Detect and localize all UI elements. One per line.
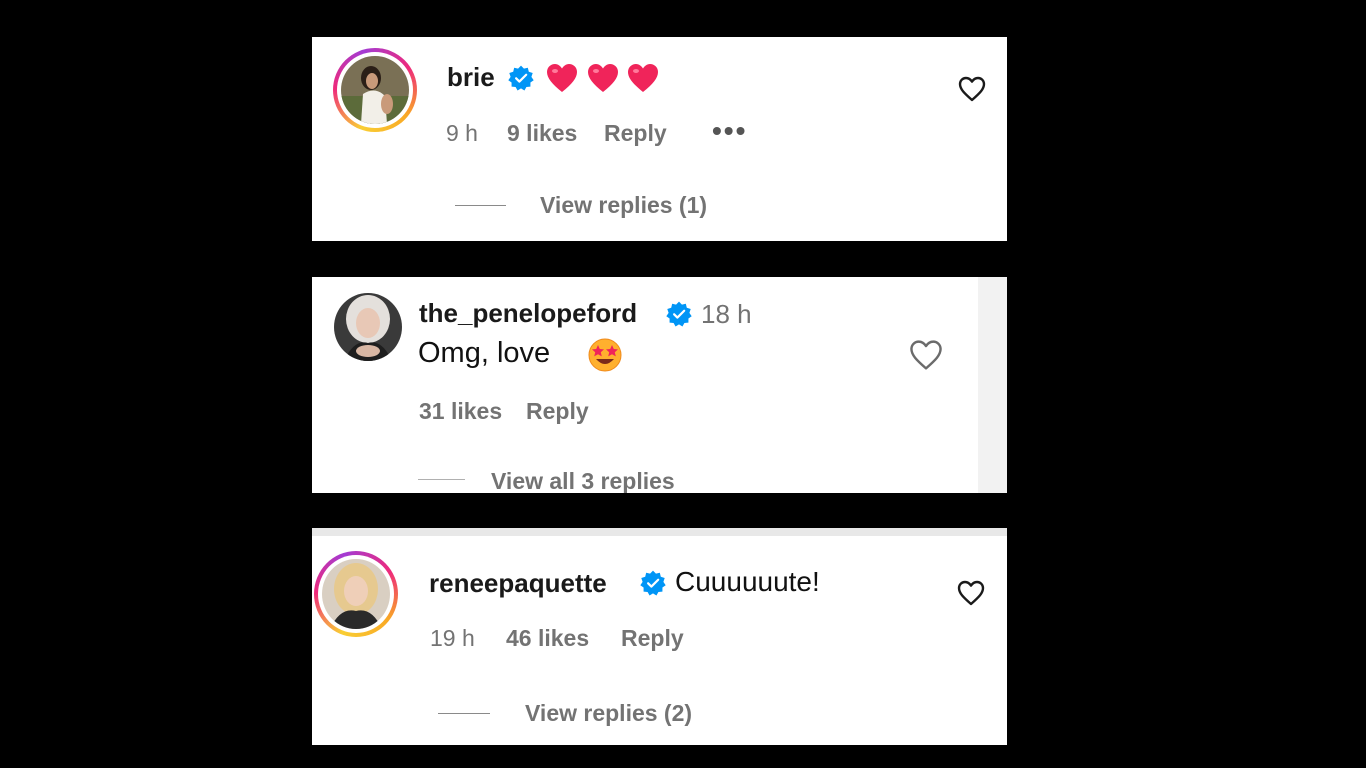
comment-card-brie: brie 9 h 9 likes Reply ••• View replies …	[312, 37, 1007, 241]
reply-button[interactable]: Reply	[526, 398, 589, 425]
likes-count[interactable]: 46 likes	[506, 625, 589, 652]
verified-badge-icon	[666, 301, 692, 327]
replies-divider	[455, 205, 506, 206]
like-heart-icon[interactable]	[957, 580, 985, 606]
card-top-border	[312, 528, 1007, 536]
comment-timestamp: 19 h	[430, 625, 475, 651]
verified-badge-icon	[640, 570, 666, 596]
comment-username[interactable]: the_penelopeford	[419, 298, 637, 329]
comment-timestamp: 18 h	[701, 299, 752, 329]
likes-count[interactable]: 31 likes	[419, 398, 502, 425]
reply-button[interactable]: Reply	[604, 120, 667, 147]
like-heart-icon[interactable]	[909, 339, 943, 371]
like-heart-icon[interactable]	[958, 76, 986, 102]
star-struck-emoji-icon	[588, 338, 622, 372]
comment-username[interactable]: reneepaquette	[429, 568, 607, 599]
view-replies-button[interactable]: View replies (2)	[525, 700, 692, 727]
replies-divider	[438, 713, 490, 714]
view-replies-button[interactable]: View replies (1)	[540, 192, 707, 219]
verified-badge-icon	[508, 65, 534, 91]
more-options-icon[interactable]: •••	[712, 115, 747, 147]
comment-text: Cuuuuuute!	[675, 566, 820, 597]
comment-card-reneepaquette: reneepaquette Cuuuuuute! 19 h 46 likes R…	[312, 528, 1007, 745]
avatar[interactable]	[334, 293, 402, 361]
red-heart-emoji-icon	[628, 64, 658, 92]
comment-text: Omg, love	[418, 337, 551, 369]
likes-count[interactable]: 9 likes	[507, 120, 577, 147]
reply-button[interactable]: Reply	[621, 625, 684, 652]
scroll-gutter	[978, 277, 1007, 493]
comment-timestamp: 9 h	[446, 120, 478, 146]
avatar[interactable]	[341, 56, 409, 124]
view-replies-button[interactable]: View all 3 replies	[491, 468, 675, 493]
comment-card-penelopeford: the_penelopeford 18 h Omg, love 31 likes…	[312, 277, 1007, 493]
avatar[interactable]	[322, 559, 390, 629]
replies-divider	[418, 479, 465, 480]
comment-username[interactable]: brie	[447, 62, 495, 93]
red-heart-emoji-icon	[588, 64, 618, 92]
red-heart-emoji-icon	[547, 64, 577, 92]
